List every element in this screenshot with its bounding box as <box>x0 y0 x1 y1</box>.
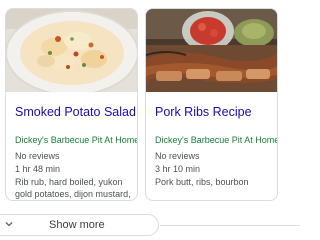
recipe-cook-time: 3 hr 10 min <box>155 164 201 174</box>
recipe-card-pork-ribs[interactable]: Pork Ribs Recipe Dickey's Barbecue Pit A… <box>145 8 278 201</box>
recipe-ingredients: Pork butt, ribs, bourbon <box>155 177 249 187</box>
chevron-down-icon <box>5 222 13 227</box>
recipe-reviews: No reviews <box>155 151 200 161</box>
pork-ribs-photo[interactable] <box>146 9 278 92</box>
recipe-title[interactable]: Smoked Potato Salad <box>15 105 136 119</box>
recipe-reviews: No reviews <box>15 151 60 161</box>
recipe-source: Dickey's Barbecue Pit At Home <box>155 135 278 145</box>
potato-salad-photo[interactable] <box>6 9 138 92</box>
recipe-title[interactable]: Pork Ribs Recipe <box>155 105 275 119</box>
show-more-button[interactable]: Show more <box>0 214 159 236</box>
recipe-cook-time: 1 hr 48 min <box>15 164 61 174</box>
recipe-source: Dickey's Barbecue Pit At Home <box>15 135 138 145</box>
section-divider <box>160 225 300 226</box>
recipe-ingredients: Rib rub, hard boiled, yukon gold potatoe… <box>15 177 131 199</box>
show-more-label: Show more <box>49 219 105 231</box>
recipe-card-smoked-potato-salad[interactable]: Smoked Potato Salad Dickey's Barbecue Pi… <box>5 8 138 201</box>
